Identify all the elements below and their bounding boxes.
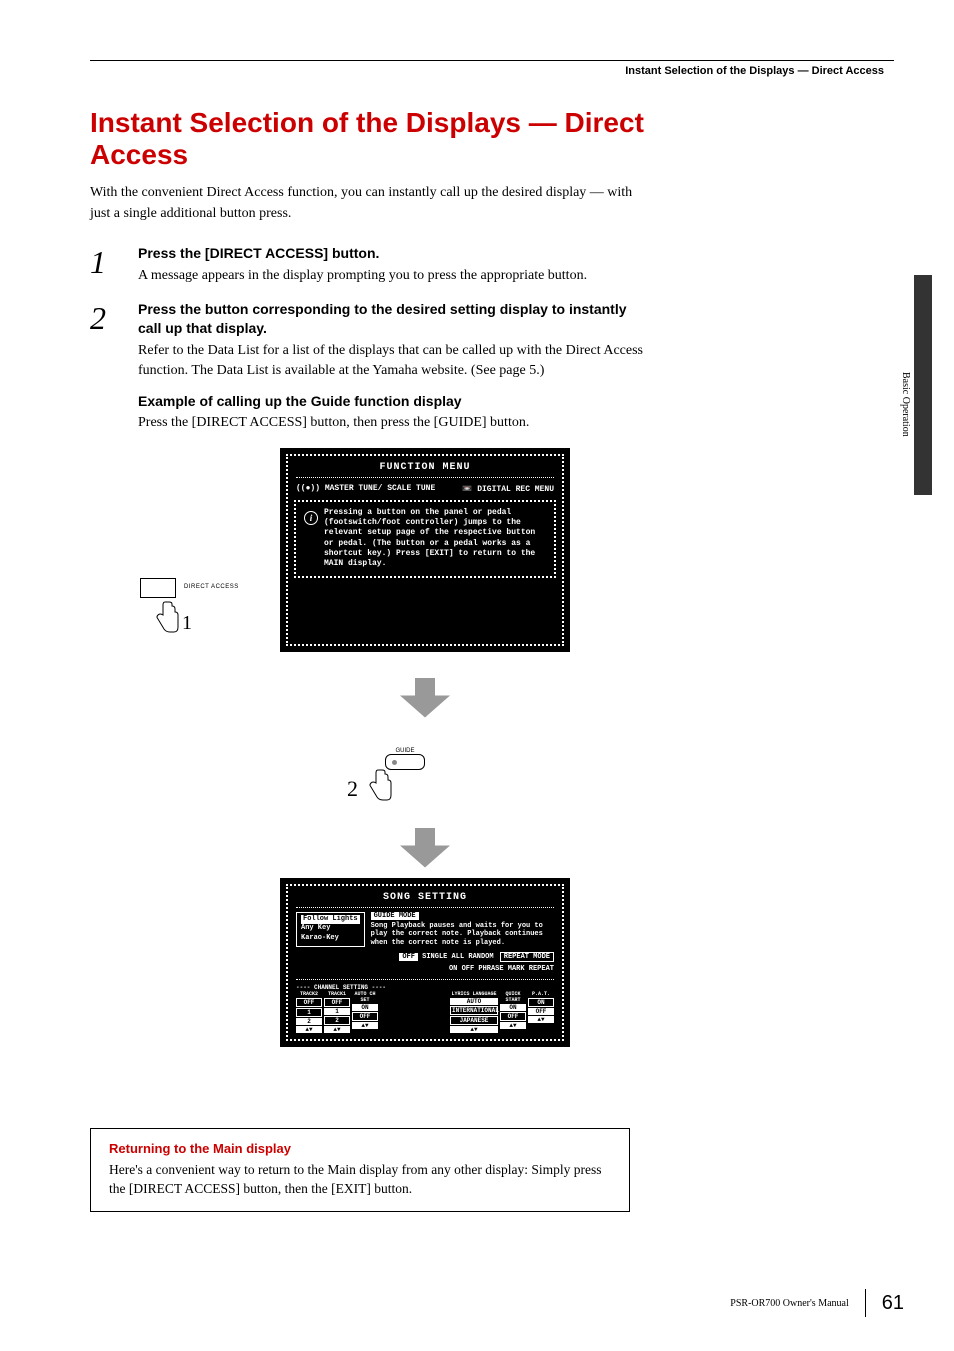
figure-step-1-marker: 1: [182, 612, 192, 635]
step-text: A message appears in the display prompti…: [138, 266, 650, 286]
tape-icon: 📼: [462, 485, 472, 494]
lcd-title: FUNCTION MENU: [296, 462, 554, 478]
note-text: Here's a convenient way to return to the…: [109, 1160, 611, 1199]
step-text: Refer to the Data List for a list of the…: [138, 341, 650, 382]
page-title: Instant Selection of the Displays — Dire…: [90, 107, 650, 171]
lcd-title: SONG SETTING: [296, 892, 554, 908]
note-box: Returning to the Main display Here's a c…: [90, 1128, 630, 1212]
intro-text: With the convenient Direct Access functi…: [90, 183, 650, 224]
menu-item: MASTER TUNE/ SCALE TUNE: [325, 484, 435, 493]
section-tab-marker: [914, 275, 932, 495]
section-tab-label: Basic Operation: [900, 372, 911, 437]
example-text: Press the [DIRECT ACCESS] button, then p…: [138, 413, 650, 433]
lcd-info-text: Pressing a button on the panel or pedal …: [324, 508, 546, 570]
figure-step-2-marker: 2: [347, 776, 358, 802]
step-2: 2 Press the button corresponding to the …: [90, 300, 650, 434]
example-heading: Example of calling up the Guide function…: [138, 392, 650, 412]
direct-access-button-icon: [140, 578, 176, 598]
guide-button-label: GUIDE: [385, 748, 425, 754]
note-title: Returning to the Main display: [109, 1141, 611, 1156]
figure: DIRECT ACCESS 1 FUNCTION MENU ((●)) MAST…: [90, 448, 650, 1108]
lcd-function-menu: FUNCTION MENU ((●)) MASTER TUNE/ SCALE T…: [280, 448, 570, 652]
step-heading: Press the button corresponding to the de…: [138, 300, 650, 339]
step-number: 1: [90, 244, 138, 286]
page-footer: PSR-OR700 Owner's Manual 61: [730, 1289, 904, 1317]
direct-access-label: DIRECT ACCESS: [184, 578, 239, 590]
info-icon: i: [304, 511, 318, 525]
lcd-song-setting: SONG SETTING Follow Lights Any Key Karao…: [280, 878, 570, 1048]
header-breadcrumb: Instant Selection of the Displays — Dire…: [90, 65, 894, 77]
hand-press-icon: 2: [365, 768, 393, 807]
menu-item: DIGITAL REC MENU: [477, 485, 554, 494]
step-number: 2: [90, 300, 138, 434]
hand-press-icon: 1: [152, 600, 180, 639]
guide-mode-tag: GUIDE MODE: [371, 912, 419, 920]
page-number: 61: [882, 1292, 904, 1315]
step-heading: Press the [DIRECT ACCESS] button.: [138, 244, 650, 264]
step-1: 1 Press the [DIRECT ACCESS] button. A me…: [90, 244, 650, 286]
manual-title: PSR-OR700 Owner's Manual: [730, 1298, 848, 1309]
tuning-fork-icon: ((●)): [296, 484, 320, 493]
arrow-down-icon: [400, 678, 450, 718]
guide-mode-desc: Song Playback pauses and waits for you t…: [371, 922, 543, 947]
guide-mode-list: Follow Lights Any Key Karao-Key: [296, 912, 365, 948]
arrow-down-icon: [400, 828, 450, 868]
